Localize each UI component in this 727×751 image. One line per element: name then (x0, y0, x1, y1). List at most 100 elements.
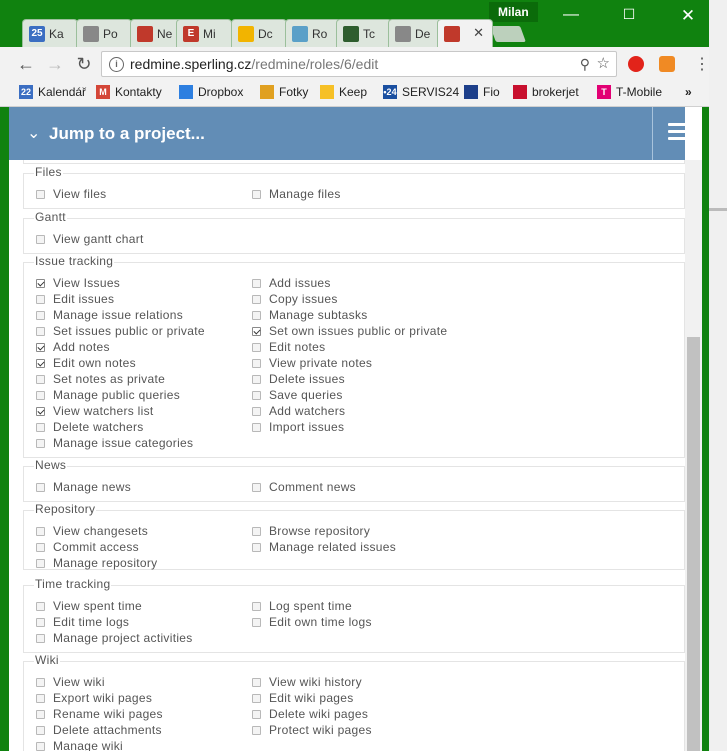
page-scrollbar[interactable] (685, 160, 702, 751)
permission-option[interactable]: View files (36, 187, 106, 201)
checkbox[interactable] (252, 358, 261, 368)
checkbox[interactable] (36, 677, 45, 687)
menu-dots-icon[interactable]: ⋮ (690, 54, 709, 74)
permission-option[interactable]: Manage public queries (36, 388, 180, 402)
permission-option[interactable]: Log spent time (252, 599, 352, 613)
permission-option[interactable]: View spent time (36, 599, 142, 613)
permission-option[interactable]: Manage files (252, 187, 341, 201)
permission-option[interactable]: Copy issues (252, 292, 338, 306)
checkbox[interactable] (252, 406, 261, 416)
checkbox[interactable] (36, 374, 45, 384)
checkbox-checked[interactable] (252, 326, 261, 336)
permission-option[interactable]: Browse repository (252, 524, 370, 538)
more-bookmarks-icon[interactable]: » (685, 85, 692, 99)
permission-option[interactable]: View gantt chart (36, 232, 144, 246)
permission-option[interactable]: View private notes (252, 356, 372, 370)
browser-tab[interactable]: De (388, 19, 444, 47)
checkbox[interactable] (36, 693, 45, 703)
checkbox[interactable] (252, 342, 261, 352)
permission-option[interactable]: Edit own notes (36, 356, 136, 370)
bookmark-item[interactable]: 22 Kalendář (19, 85, 86, 99)
bookmark-item[interactable]: •24 SERVIS24 (383, 85, 459, 99)
profile-button[interactable]: Milan (489, 2, 538, 22)
info-icon[interactable]: i (109, 57, 124, 72)
checkbox[interactable] (252, 693, 261, 703)
browser-tab[interactable]: ✕ (437, 19, 493, 47)
permission-option[interactable]: View wiki (36, 675, 105, 689)
permission-option[interactable]: Commit access (36, 540, 139, 554)
permission-option[interactable]: Comment news (252, 480, 356, 494)
checkbox[interactable] (252, 374, 261, 384)
permission-option[interactable]: Delete issues (252, 372, 345, 386)
checkbox[interactable] (252, 526, 261, 536)
checkbox[interactable] (252, 278, 261, 288)
bookmark-item[interactable]: Dropbox (179, 85, 243, 99)
permission-option[interactable]: Delete wiki pages (252, 707, 368, 721)
permission-option[interactable]: View changesets (36, 524, 148, 538)
hamburger-menu-icon[interactable] (668, 123, 688, 144)
new-tab-button[interactable] (490, 26, 526, 42)
permission-option[interactable]: Edit notes (252, 340, 325, 354)
permission-option[interactable]: Set own issues public or private (252, 324, 447, 338)
checkbox[interactable] (252, 601, 261, 611)
bookmark-item[interactable]: brokerjet (513, 85, 579, 99)
bookmark-item[interactable]: M Kontakty (96, 85, 162, 99)
checkbox[interactable] (36, 633, 45, 643)
bookmark-star-icon[interactable]: ☆ (597, 52, 610, 76)
search-icon[interactable]: ⚲ (580, 52, 590, 76)
permission-option[interactable]: Set notes as private (36, 372, 165, 386)
permission-option[interactable]: Delete watchers (36, 420, 144, 434)
checkbox-checked[interactable] (36, 342, 45, 352)
browser-tab[interactable]: Dc (231, 19, 287, 47)
bookmark-item[interactable]: T T-Mobile (597, 85, 662, 99)
permission-option[interactable]: View watchers list (36, 404, 154, 418)
checkbox[interactable] (252, 677, 261, 687)
checkbox[interactable] (36, 482, 45, 492)
permission-option[interactable]: Import issues (252, 420, 344, 434)
checkbox-checked[interactable] (36, 406, 45, 416)
browser-tab[interactable]: 25 Ka (22, 19, 78, 47)
maximize-icon[interactable]: ☐ (606, 6, 652, 23)
checkbox[interactable] (36, 725, 45, 735)
permission-option[interactable]: Delete attachments (36, 723, 162, 737)
checkbox[interactable] (36, 422, 45, 432)
bookmark-item[interactable]: Keep (320, 85, 367, 99)
forward-arrow-icon[interactable]: → (43, 54, 67, 75)
jump-to-project-label[interactable]: Jump to a project... (49, 124, 205, 144)
checkbox[interactable] (36, 390, 45, 400)
close-window-icon[interactable]: ✕ (665, 6, 709, 26)
checkbox[interactable] (252, 482, 261, 492)
checkbox[interactable] (36, 234, 45, 244)
permission-option[interactable]: Manage project activities (36, 631, 193, 645)
checkbox[interactable] (36, 542, 45, 552)
checkbox[interactable] (252, 725, 261, 735)
permission-option[interactable]: View wiki history (252, 675, 362, 689)
checkbox[interactable] (36, 558, 45, 568)
permission-option[interactable]: View Issues (36, 276, 120, 290)
minimize-icon[interactable]: — (548, 6, 594, 24)
checkbox[interactable] (36, 326, 45, 336)
permission-option[interactable]: Manage repository (36, 556, 158, 570)
permission-option[interactable]: Add issues (252, 276, 331, 290)
permission-option[interactable]: Manage news (36, 480, 131, 494)
checkbox[interactable] (36, 709, 45, 719)
browser-tab[interactable]: E Mi (176, 19, 232, 47)
checkbox[interactable] (36, 438, 45, 448)
checkbox[interactable] (36, 526, 45, 536)
permission-option[interactable]: Manage issue relations (36, 308, 183, 322)
checkbox[interactable] (36, 189, 45, 199)
checkbox[interactable] (252, 422, 261, 432)
checkbox[interactable] (252, 294, 261, 304)
checkbox[interactable] (36, 601, 45, 611)
close-tab-icon[interactable]: ✕ (473, 25, 484, 41)
browser-tab[interactable]: Ro (285, 19, 341, 47)
permission-option[interactable]: Manage issue categories (36, 436, 193, 450)
permission-option[interactable]: Export wiki pages (36, 691, 152, 705)
checkbox[interactable] (252, 542, 261, 552)
rss-extension-icon[interactable] (659, 56, 675, 72)
opera-extension-icon[interactable] (628, 56, 644, 72)
checkbox[interactable] (252, 390, 261, 400)
permission-option[interactable]: Edit time logs (36, 615, 129, 629)
permission-option[interactable]: Manage wiki (36, 739, 123, 751)
permission-option[interactable]: Protect wiki pages (252, 723, 372, 737)
